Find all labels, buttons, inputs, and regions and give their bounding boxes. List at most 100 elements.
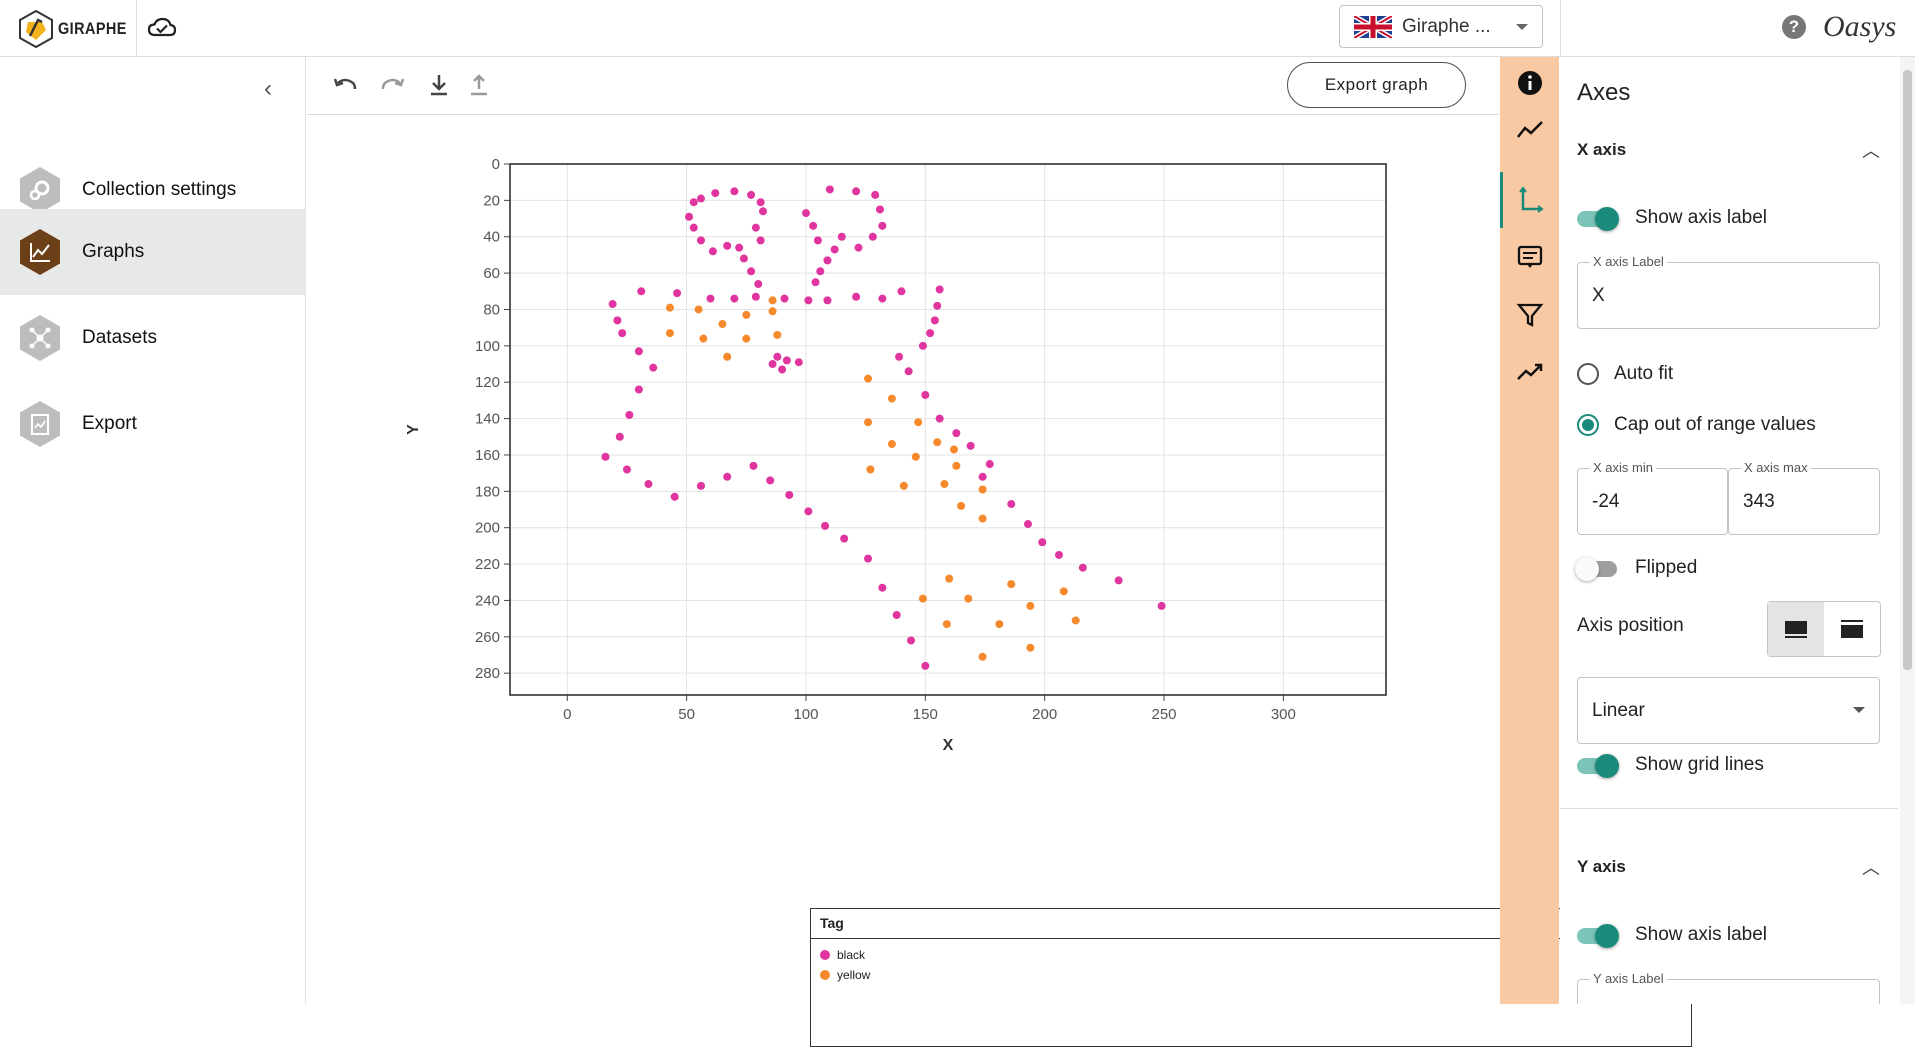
data-point-black	[782, 356, 791, 365]
data-point-black	[751, 223, 760, 232]
data-point-black	[823, 256, 832, 265]
data-point-yellow	[864, 418, 873, 427]
scatter-chart[interactable]: 0 50 100 150 200 250 300 0 20 40 60 80 100 120 140 160 1…	[307, 116, 1499, 796]
data-point-black	[830, 245, 839, 254]
data-point-black	[926, 329, 935, 338]
data-point-yellow	[742, 310, 751, 319]
data-point-black	[615, 432, 624, 441]
x-axis-max-field[interactable]: X axis max 343	[1728, 460, 1880, 535]
data-point-black	[875, 205, 884, 214]
axis-top-button[interactable]	[1824, 602, 1880, 656]
data-point-black	[921, 390, 930, 399]
upload-icon[interactable]	[465, 71, 493, 99]
data-point-black	[622, 465, 631, 474]
legend-label: black	[837, 948, 866, 962]
x-axis-section-heading[interactable]: X axis	[1577, 140, 1626, 160]
x-tick-label: 0	[563, 706, 571, 723]
data-point-yellow	[742, 334, 751, 343]
data-point-black	[952, 429, 961, 438]
legend-item[interactable]: black	[811, 945, 1691, 965]
sidebar-item-export[interactable]: Export	[0, 381, 306, 467]
data-point-black	[1078, 563, 1087, 572]
flipped-toggle[interactable]: Flipped	[1575, 557, 1698, 581]
graph-canvas: 0 50 100 150 200 250 300 0 20 40 60 80 100 120 140 160 1…	[307, 116, 1692, 1047]
data-point-black	[854, 243, 863, 252]
y-tick-label: 20	[483, 192, 500, 209]
giraphe-logo-icon	[19, 10, 53, 48]
axes-settings-panel: Axes X axis ︿ Show axis label X axis Lab…	[1560, 57, 1898, 1004]
x-axis-min-field[interactable]: X axis min -24	[1577, 460, 1728, 535]
data-point-yellow	[945, 574, 954, 583]
undo-icon[interactable]	[331, 71, 359, 99]
data-point-yellow	[952, 461, 961, 470]
y-tick-label: 40	[483, 229, 500, 246]
data-point-yellow	[864, 374, 873, 383]
y-show-axis-label-toggle[interactable]: Show axis label	[1577, 924, 1767, 948]
show-grid-lines-toggle[interactable]: Show grid lines	[1577, 754, 1764, 778]
chevron-up-icon[interactable]: ︿	[1862, 854, 1880, 880]
data-point-black	[978, 472, 987, 481]
filter-icon[interactable]	[1515, 300, 1545, 330]
data-point-black	[921, 661, 930, 670]
data-point-yellow	[768, 296, 777, 305]
info-icon[interactable]	[1515, 68, 1545, 98]
toggle-switch[interactable]	[1575, 557, 1619, 581]
data-point-black	[739, 254, 748, 263]
redo-icon[interactable]	[379, 71, 407, 99]
help-icon[interactable]: ?	[1782, 15, 1806, 39]
radio-button[interactable]	[1577, 363, 1599, 385]
data-point-black	[892, 610, 901, 619]
data-point-black	[689, 223, 698, 232]
line-chart-icon[interactable]	[1515, 115, 1545, 145]
data-point-black	[730, 294, 739, 303]
data-point-black	[794, 358, 803, 367]
app-logo[interactable]: GIRAPHE	[18, 10, 139, 48]
data-point-yellow	[699, 334, 708, 343]
data-point-yellow	[1059, 587, 1068, 596]
chevron-down-icon	[1853, 707, 1865, 713]
data-point-black	[897, 287, 906, 296]
toggle-label: Flipped	[1635, 557, 1698, 578]
toggle-switch[interactable]	[1577, 207, 1619, 231]
legend-item[interactable]: yellow	[811, 965, 1691, 985]
sidebar: ‹ Collection settings Graphs Datasets Ex…	[0, 57, 306, 1004]
sidebar-item-datasets[interactable]: Datasets	[0, 295, 306, 381]
toggle-switch[interactable]	[1577, 754, 1619, 778]
data-point-black	[966, 441, 975, 450]
data-point-black	[696, 481, 705, 490]
cloud-sync-icon[interactable]	[147, 16, 177, 40]
auto-fit-radio[interactable]: Auto fit	[1577, 363, 1673, 385]
chevron-up-icon[interactable]: ︿	[1862, 137, 1880, 163]
data-point-yellow	[1026, 643, 1035, 652]
chart-icon	[18, 228, 62, 276]
sidebar-item-label: Graphs	[82, 241, 145, 262]
annotation-icon[interactable]	[1515, 242, 1545, 272]
data-point-black	[985, 460, 994, 469]
x-tick-label: 300	[1271, 706, 1296, 723]
axis-bottom-button[interactable]	[1768, 602, 1824, 656]
uk-flag-icon	[1354, 15, 1392, 38]
data-point-black	[759, 207, 768, 216]
trend-icon[interactable]	[1515, 357, 1545, 387]
sidebar-item-graphs[interactable]: Graphs	[0, 209, 306, 295]
cap-range-radio[interactable]: Cap out of range values	[1577, 414, 1816, 436]
data-point-yellow	[964, 594, 973, 603]
radio-button[interactable]	[1577, 414, 1599, 436]
toggle-switch[interactable]	[1577, 924, 1619, 948]
x-tick-label: 200	[1032, 706, 1057, 723]
axes-icon[interactable]	[1515, 185, 1545, 215]
scrollbar-thumb[interactable]	[1903, 70, 1912, 670]
data-point-yellow	[978, 514, 987, 523]
axis-position-toggle-group	[1767, 601, 1881, 657]
language-selector[interactable]: Giraphe ...	[1339, 5, 1543, 48]
data-point-yellow	[768, 307, 777, 316]
x-show-axis-label-toggle[interactable]: Show axis label	[1577, 207, 1767, 231]
x-axis-label-field[interactable]: X axis Label X	[1577, 254, 1880, 329]
chevron-left-icon[interactable]: ‹	[256, 77, 280, 101]
y-axis-section-heading[interactable]: Y axis	[1577, 857, 1626, 877]
download-icon[interactable]	[425, 71, 453, 99]
y-axis-label-field[interactable]: Y axis Label	[1577, 971, 1880, 1004]
export-graph-button[interactable]: Export graph	[1287, 62, 1466, 108]
x-axis-scale-select[interactable]: Linear	[1577, 677, 1880, 744]
data-point-yellow	[911, 452, 920, 461]
